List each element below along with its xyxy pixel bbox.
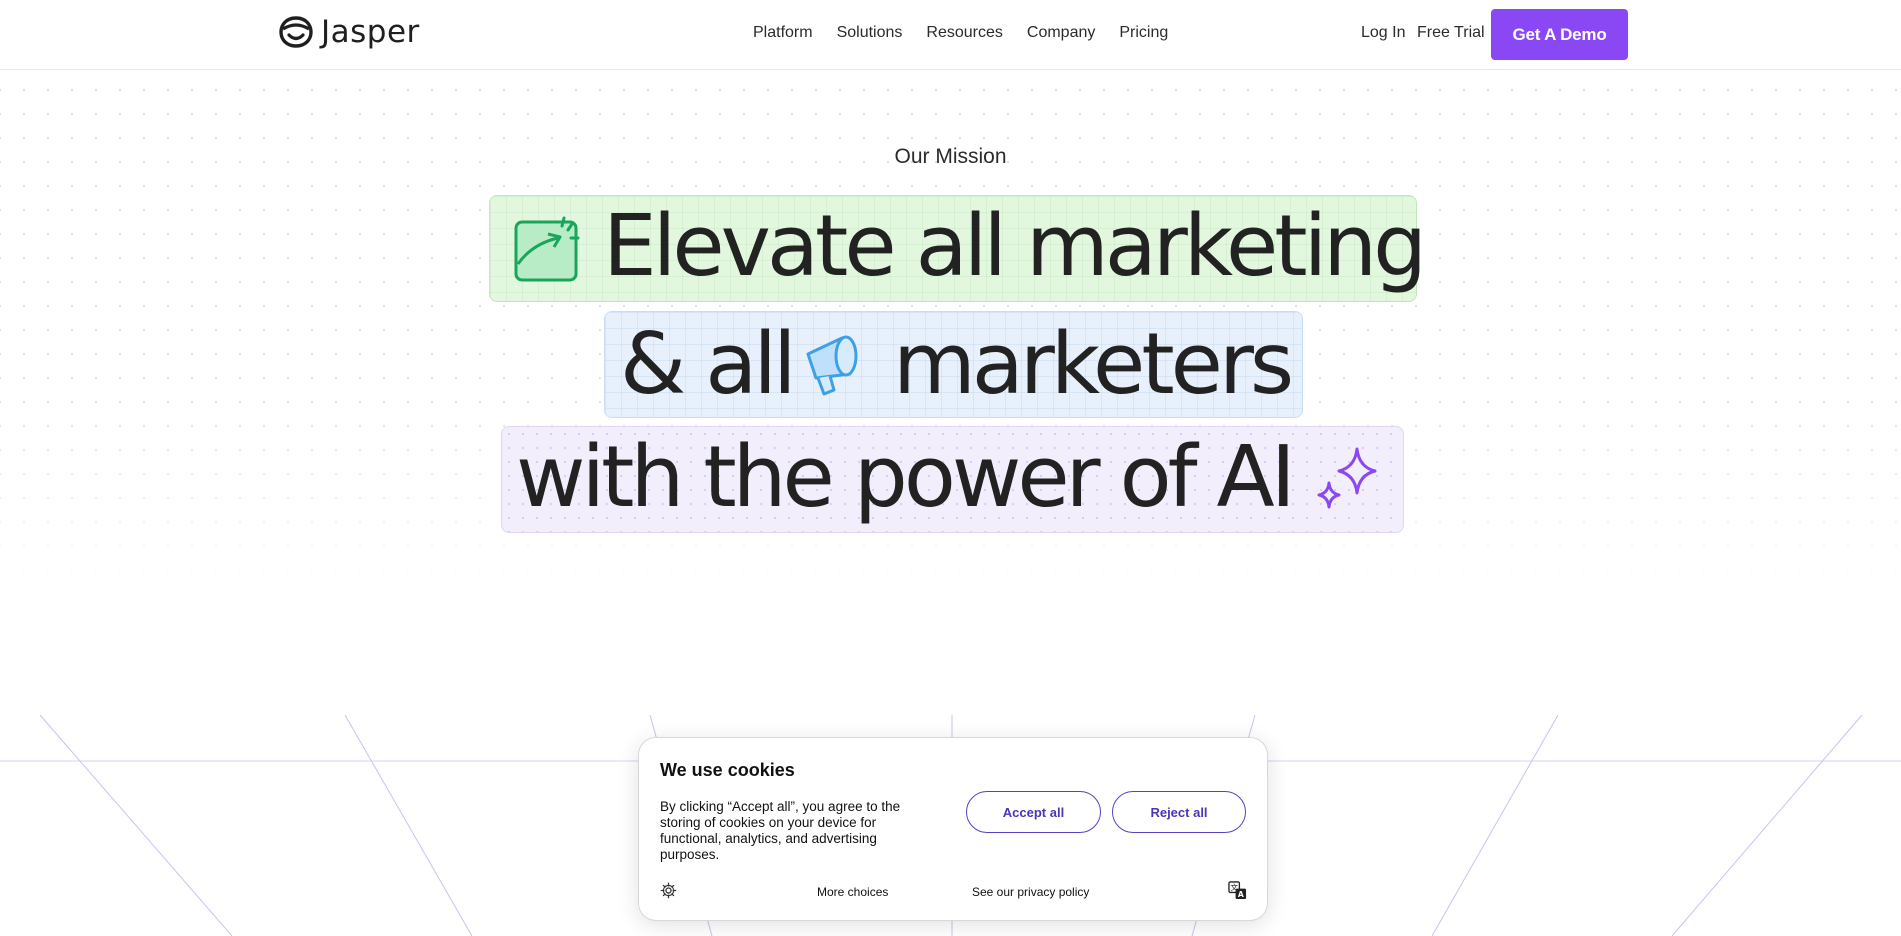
cookie-message: By clicking “Accept all”, you agree to t… — [660, 799, 901, 862]
translate-icon[interactable]: 文 A — [1228, 881, 1247, 900]
headline-line-1: Elevate all marketing — [489, 195, 1427, 302]
reject-all-button[interactable]: Reject all — [1112, 791, 1246, 833]
headline-text-2b: marketers — [893, 315, 1294, 414]
main-nav: Platform Solutions Resources Company Pri… — [753, 24, 1168, 42]
mission-eyebrow: Our Mission — [894, 145, 1007, 168]
logo-text: Jasper — [321, 14, 420, 50]
get-demo-button[interactable]: Get A Demo — [1491, 9, 1628, 60]
headline-line-3: with the power of AI — [501, 426, 1404, 533]
headline-text-2a: & all — [620, 315, 797, 414]
gear-icon[interactable] — [660, 882, 677, 899]
nav-item-company[interactable]: Company — [1027, 24, 1095, 42]
growth-chart-icon — [514, 216, 580, 282]
privacy-policy-link[interactable]: See our privacy policy — [972, 885, 1089, 899]
more-choices-link[interactable]: More choices — [817, 885, 888, 899]
headline-line-2: & all marketers — [604, 311, 1303, 418]
accept-all-button[interactable]: Accept all — [966, 791, 1101, 833]
cookie-banner: We use cookies By clicking “Accept all”,… — [638, 737, 1268, 921]
headline-text-3: with the power of AI — [516, 428, 1296, 527]
nav-item-resources[interactable]: Resources — [926, 24, 1002, 42]
login-link[interactable]: Log In — [1361, 24, 1405, 42]
nav-item-pricing[interactable]: Pricing — [1119, 24, 1168, 42]
cookie-title: We use cookies — [660, 760, 795, 780]
free-trial-link[interactable]: Free Trial — [1417, 24, 1485, 42]
nav-item-solutions[interactable]: Solutions — [837, 24, 903, 42]
jasper-logo-icon — [279, 16, 313, 48]
nav-item-platform[interactable]: Platform — [753, 24, 813, 42]
site-header: Jasper Platform Solutions Resources Comp… — [0, 0, 1901, 70]
logo-link[interactable]: Jasper — [277, 14, 420, 50]
headline-text-1: Elevate all marketing — [603, 197, 1427, 296]
sparkle-icon — [1317, 447, 1377, 509]
megaphone-icon — [806, 335, 858, 396]
svg-text:A: A — [1238, 890, 1244, 899]
